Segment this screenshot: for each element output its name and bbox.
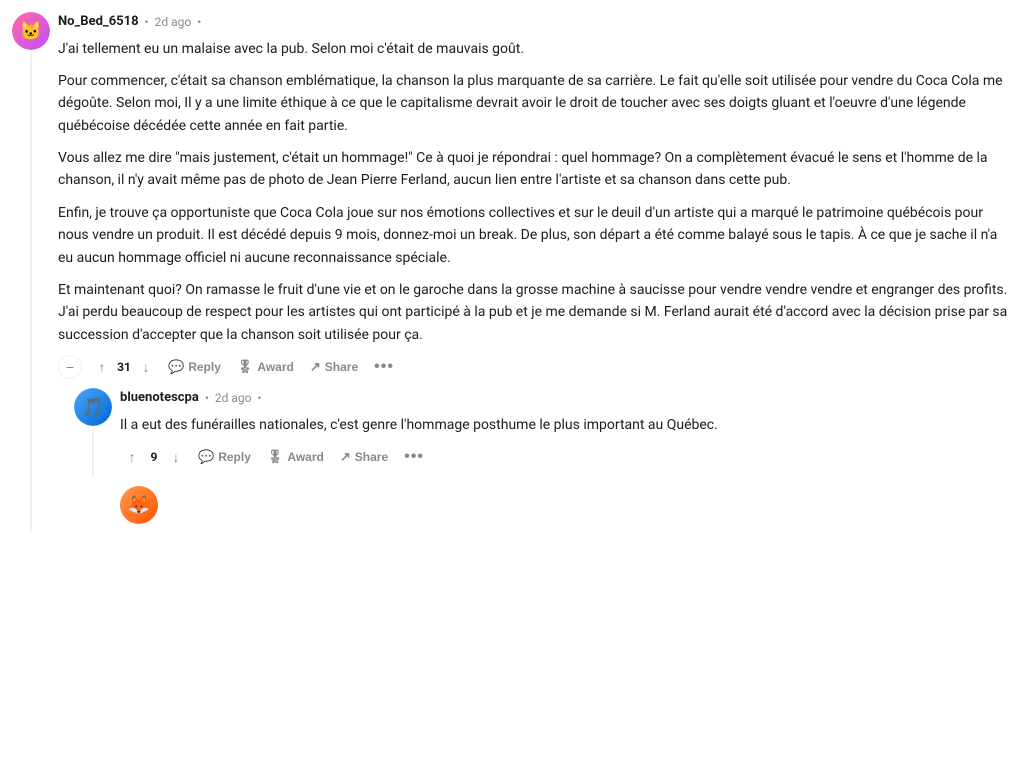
avatar-image-main: 🐱 <box>12 12 50 50</box>
comment-body-main: No_Bed_6518 • 2d ago • J'ai tellement eu… <box>58 12 1012 532</box>
thread-line-reply <box>92 430 94 478</box>
thread-line-main <box>30 54 32 532</box>
reply-button-main[interactable]: 💬 Reply <box>162 355 227 379</box>
paragraph-0: J'ai tellement eu un malaise avec la pub… <box>58 38 1012 60</box>
reply-label-main: Reply <box>188 360 221 374</box>
comment-left-reply: 🎵 <box>74 388 112 478</box>
paragraph-1: Pour commencer, c'était sa chanson emblé… <box>58 70 1012 137</box>
dot-main: • <box>145 13 149 31</box>
dot-reply-2: • <box>258 389 262 407</box>
comment-header-main: No_Bed_6518 • 2d ago • <box>58 12 1012 32</box>
award-button-main[interactable]: 🎖 Award <box>231 355 300 379</box>
upvote-button-main[interactable]: ↑ <box>90 355 114 379</box>
share-icon-reply: ↗ <box>340 449 351 465</box>
vote-section-reply: ↑ 9 ↓ <box>120 445 188 469</box>
award-button-reply[interactable]: 🎖 Award <box>261 445 330 469</box>
reply-label-reply: Reply <box>218 450 251 464</box>
vote-section-main: ↑ 31 ↓ <box>90 355 158 379</box>
nested-comment-container: 🎵 bluenotescpa • 2d ago • Il a eut des f… <box>74 388 1012 524</box>
collapse-button-main[interactable]: − <box>58 355 82 379</box>
share-label-reply: Share <box>355 450 388 464</box>
comment-thread: 🐱 No_Bed_6518 • 2d ago • J'ai tellement … <box>0 0 1024 552</box>
award-icon-reply: 🎖 <box>267 449 284 465</box>
dot-reply: • <box>205 389 209 407</box>
comment-header-reply: bluenotescpa • 2d ago • <box>120 388 1012 408</box>
more-button-reply[interactable]: ••• <box>398 444 430 470</box>
share-label-main: Share <box>325 360 358 374</box>
reply-button-reply[interactable]: 💬 Reply <box>192 445 257 469</box>
avatar-image-reply: 🎵 <box>74 388 112 426</box>
award-icon-main: 🎖 <box>237 359 254 375</box>
username-main: No_Bed_6518 <box>58 12 139 32</box>
more-button-main[interactable]: ••• <box>368 354 400 380</box>
timestamp-main: 2d ago <box>155 13 192 31</box>
downvote-button-main[interactable]: ↓ <box>134 355 158 379</box>
comment-left-main: 🐱 <box>12 12 50 532</box>
paragraph-3: Enfin, je trouve ça opportuniste que Coc… <box>58 202 1012 269</box>
avatar-main: 🐱 <box>12 12 50 50</box>
reply-comment: 🎵 bluenotescpa • 2d ago • Il a eut des f… <box>74 388 1012 478</box>
comment-actions-reply: ↑ 9 ↓ 💬 Reply 🎖 Award <box>120 444 1012 470</box>
vote-count-main: 31 <box>116 358 132 376</box>
reply-icon-main: 💬 <box>168 359 184 375</box>
more-replies-indicator: 🦊 <box>74 486 1012 524</box>
reply-paragraph-0: Il a eut des funérailles nationales, c'e… <box>120 414 1012 436</box>
timestamp-reply: 2d ago <box>215 389 252 407</box>
vote-count-reply: 9 <box>146 448 162 466</box>
share-button-main[interactable]: ↗ Share <box>304 355 364 379</box>
reply-icon-reply: 💬 <box>198 449 214 465</box>
award-label-main: Award <box>257 360 293 374</box>
upvote-button-reply[interactable]: ↑ <box>120 445 144 469</box>
comment-actions-main: − ↑ 31 ↓ 💬 Reply 🎖 Award ↗ Share <box>58 354 1012 380</box>
award-label-reply: Award <box>287 450 323 464</box>
paragraph-4: Et maintenant quoi? On ramasse le fruit … <box>58 279 1012 346</box>
avatar-reply: 🎵 <box>74 388 112 426</box>
comment-text-main: J'ai tellement eu un malaise avec la pub… <box>58 38 1012 347</box>
share-button-reply[interactable]: ↗ Share <box>334 445 394 469</box>
paragraph-2: Vous allez me dire "mais justement, c'ét… <box>58 147 1012 192</box>
share-icon-main: ↗ <box>310 359 321 375</box>
avatar-more: 🦊 <box>120 486 158 524</box>
dot-main-2: • <box>197 13 201 31</box>
main-comment: 🐱 No_Bed_6518 • 2d ago • J'ai tellement … <box>12 12 1012 532</box>
comment-body-reply: bluenotescpa • 2d ago • Il a eut des fun… <box>120 388 1012 478</box>
username-reply: bluenotescpa <box>120 388 199 408</box>
downvote-button-reply[interactable]: ↓ <box>164 445 188 469</box>
comment-text-reply: Il a eut des funérailles nationales, c'e… <box>120 414 1012 436</box>
